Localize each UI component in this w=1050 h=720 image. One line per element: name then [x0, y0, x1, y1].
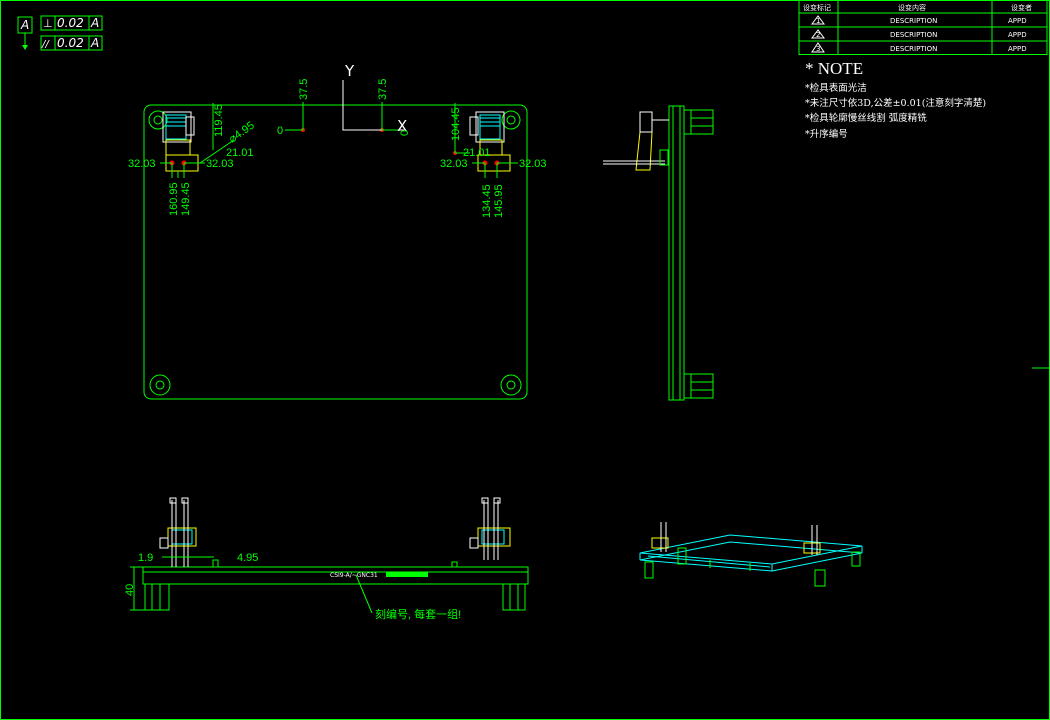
dim-104-45: 104.45 — [450, 107, 462, 141]
rev-header-content: 设变内容 — [898, 3, 926, 12]
rev-row1-content: DESCRIPTION — [890, 17, 937, 25]
par-tolerance: 0.02 — [57, 36, 84, 50]
rev-row1-mark: 1 — [816, 17, 820, 25]
rev-row3-mark: 3 — [816, 45, 820, 53]
datum-label: A — [20, 18, 29, 32]
par-datum: A — [90, 36, 99, 50]
rev-row2-content: DESCRIPTION — [890, 31, 937, 39]
dim-160-95: 160.95 — [168, 182, 180, 216]
parallelism-icon: // — [41, 39, 50, 50]
dim-37-5-b: 37.5 — [377, 79, 389, 100]
notes-title: * NOTE — [805, 59, 863, 78]
y-axis-label: Y — [344, 62, 355, 80]
dim-37-5-a: 37.5 — [298, 79, 310, 100]
dim-40: 40 — [124, 584, 136, 596]
side-view — [603, 105, 714, 401]
dim-0-right: 0 — [399, 130, 411, 136]
rev-row3-content: DESCRIPTION — [890, 45, 937, 53]
gdt-block: A ⊥ 0.02 A // 0.02 A — [17, 15, 103, 51]
note-line: *未注尺寸依3D,公差±0.01(注意刻字清楚) — [805, 97, 986, 109]
left-clamp — [162, 111, 199, 178]
engrave-note: 刻编号, 每套一组! — [375, 607, 461, 621]
top-view: Y X 0 37.5 37.5 0 119.45 ⌀4.95 21.01 32.… — [128, 62, 547, 400]
perp-tolerance: 0.02 — [57, 16, 84, 30]
note-line: *检具表面光洁 — [805, 82, 867, 94]
engrave-area — [386, 572, 428, 577]
perpendicularity-icon: ⊥ — [43, 17, 53, 30]
datum-triangle — [22, 45, 28, 50]
right-clamp — [469, 111, 511, 172]
dim-4-95-front: 4.95 — [237, 552, 258, 564]
part-number-label: CSI9-A/~GNC31 — [330, 572, 378, 579]
dim-1-9: 1.9 — [138, 552, 153, 564]
rev-header-mark: 设变标记 — [803, 3, 831, 12]
corner-hole — [148, 110, 168, 130]
rev-row2-mark: 2 — [816, 31, 820, 39]
rev-row3-by: APPD — [1008, 45, 1027, 53]
corner-hole — [501, 110, 521, 130]
rev-row2-by: APPD — [1008, 31, 1027, 39]
dim-145-95: 145.95 — [493, 184, 505, 218]
dim-32-03-right-b: 32.03 — [519, 158, 547, 170]
dim-134-45: 134.45 — [481, 184, 493, 218]
dim-0-left: 0 — [277, 125, 283, 137]
perp-datum: A — [90, 16, 99, 30]
notes-block: * NOTE *检具表面光洁 *未注尺寸依3D,公差±0.01(注意刻字清楚) … — [805, 59, 986, 140]
corner-hole — [149, 374, 171, 396]
dim-32-03-right-a: 32.03 — [440, 158, 468, 170]
dim-32-03-left-a: 32.03 — [128, 158, 156, 170]
dim-dia-4-95: ⌀4.95 — [227, 120, 257, 146]
rev-header-by: 设变者 — [1011, 3, 1032, 12]
dim-32-03-left-b: 32.03 — [206, 158, 234, 170]
front-view: CSI9-A/~GNC31 1.9 4.95 40 刻编号, 每套一组! — [124, 497, 529, 621]
cad-drawing: A ⊥ 0.02 A // 0.02 A 设变标记 设变内容 设变者 1 DES… — [0, 0, 1050, 720]
note-line: *升序编号 — [805, 128, 848, 140]
dim-119-45: 119.45 — [213, 104, 225, 137]
isometric-view — [639, 522, 863, 587]
corner-hole — [500, 374, 522, 396]
revision-table: 设变标记 设变内容 设变者 1 DESCRIPTION APPD 2 DESCR… — [798, 0, 1048, 55]
dim-149-45: 149.45 — [180, 182, 192, 216]
note-line: *检具轮廓慢丝线割 弧度精铣 — [805, 112, 927, 124]
rev-row1-by: APPD — [1008, 17, 1027, 25]
